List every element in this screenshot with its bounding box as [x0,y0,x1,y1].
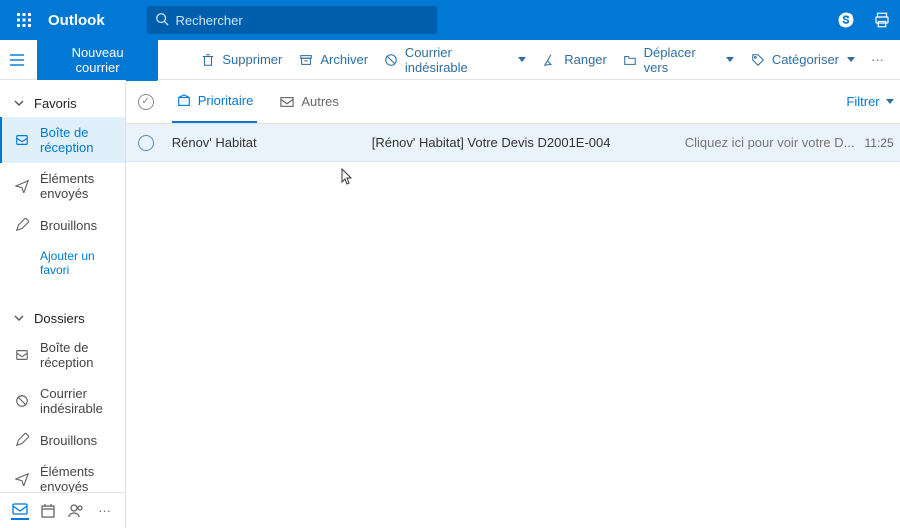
blocked-icon [14,393,30,409]
sidebar-item-inbox[interactable]: Boîte de réception [0,332,125,378]
message-list-pane: Prioritaire Autres Filtrer Rénov' Habita… [126,80,900,528]
filter-button[interactable]: Filtrer [846,94,893,109]
app-launcher-icon[interactable] [8,4,40,36]
sidebar-item-drafts[interactable]: Brouillons [0,209,125,241]
send-icon [14,178,30,194]
message-row[interactable]: Rénov' Habitat [Rénov' Habitat] Votre De… [126,124,900,162]
folder-sidebar: Favoris Boîte de réception Éléments envo… [0,80,126,528]
sidebar-item-sent[interactable]: Éléments envoyés [0,163,125,209]
brand-label: Outlook [48,12,105,29]
ellipsis-icon: ··· [871,52,884,67]
sidebar-item-label: Courrier indésirable [40,386,117,416]
tab-focused-label: Prioritaire [198,93,254,108]
sidebar-item-sent[interactable]: Éléments envoyés [0,456,125,492]
people-icon[interactable] [67,502,85,520]
calendar-icon[interactable] [39,502,57,520]
archive-icon [298,52,314,68]
sidebar-item-label: Boîte de réception [40,125,117,155]
junk-label: Courrier indésirable [405,45,510,75]
ellipsis-icon[interactable]: ··· [96,502,114,520]
folders-label: Dossiers [34,311,85,326]
pencil-icon [14,217,30,233]
mail-icon [279,94,295,110]
chevron-down-icon [847,57,855,62]
row-checkbox[interactable] [138,135,154,151]
sweep-label: Ranger [564,52,607,67]
tab-other-label: Autres [301,94,339,109]
sidebar-item-label: Brouillons [40,218,97,233]
junk-button[interactable]: Courrier indésirable [376,40,534,80]
categorize-button[interactable]: Catégoriser [742,40,863,80]
select-all-checkbox[interactable] [138,94,154,110]
folders-section-header[interactable]: Dossiers [0,301,125,332]
move-button[interactable]: Déplacer vers [615,40,742,80]
more-actions-button[interactable]: ··· [863,40,892,80]
broom-icon [542,52,558,68]
tag-icon [750,52,766,68]
archive-label: Archiver [320,52,368,67]
chevron-down-icon [14,98,26,110]
list-header: Prioritaire Autres Filtrer [126,80,900,124]
chevron-down-icon [726,57,734,62]
sidebar-item-label: Brouillons [40,433,97,448]
chevron-down-icon [14,313,26,325]
blocked-icon [384,52,399,68]
inbox-icon [14,347,30,363]
new-message-button[interactable]: Nouveau courrier [37,39,159,81]
sidebar-item-label: Éléments envoyés [40,171,117,201]
move-label: Déplacer vers [644,45,718,75]
favorites-section-header[interactable]: Favoris [0,86,125,117]
suite-header: Outlook [0,0,900,40]
message-sender: Rénov' Habitat [172,135,372,150]
tab-other[interactable]: Autres [275,82,343,122]
message-time: 11:25 [855,136,894,150]
skype-icon[interactable] [836,10,856,30]
search-input[interactable] [175,13,428,28]
sidebar-item-label: Éléments envoyés [40,464,117,492]
focused-icon [176,93,192,109]
search-box[interactable] [147,6,437,34]
sidebar-item-junk[interactable]: Courrier indésirable [0,378,125,424]
sweep-button[interactable]: Ranger [534,40,615,80]
nav-toggle-icon[interactable] [8,50,27,70]
main-area: Favoris Boîte de réception Éléments envo… [0,80,900,528]
chevron-down-icon [886,99,894,104]
pencil-icon [14,432,30,448]
tab-focused[interactable]: Prioritaire [172,81,258,123]
mail-icon[interactable] [11,502,29,520]
cursor-icon [340,168,354,186]
message-subject: [Rénov' Habitat] Votre Devis D2001E-004 [372,135,677,150]
header-right [836,10,892,30]
inbox-icon [14,132,30,148]
sidebar-item-drafts[interactable]: Brouillons [0,424,125,456]
search-icon [155,12,170,28]
add-favorite-link[interactable]: Ajouter un favori [0,241,125,285]
filter-label: Filtrer [846,94,879,109]
print-icon[interactable] [872,10,892,30]
delete-button[interactable]: Supprimer [192,40,290,80]
sidebar-item-inbox[interactable]: Boîte de réception [0,117,125,163]
chevron-down-icon [518,57,526,62]
command-bar: Nouveau courrier Supprimer Archiver Cour… [0,40,900,80]
message-preview: Cliquez ici pour voir votre D... [677,135,855,150]
archive-button[interactable]: Archiver [290,40,376,80]
sidebar-item-label: Boîte de réception [40,340,117,370]
folder-move-icon [623,52,638,68]
module-switcher: ··· [0,492,125,528]
trash-icon [200,52,216,68]
categorize-label: Catégoriser [772,52,839,67]
send-icon [14,471,30,487]
favorites-label: Favoris [34,96,77,111]
delete-label: Supprimer [222,52,282,67]
add-favorite-label: Ajouter un favori [40,249,117,277]
